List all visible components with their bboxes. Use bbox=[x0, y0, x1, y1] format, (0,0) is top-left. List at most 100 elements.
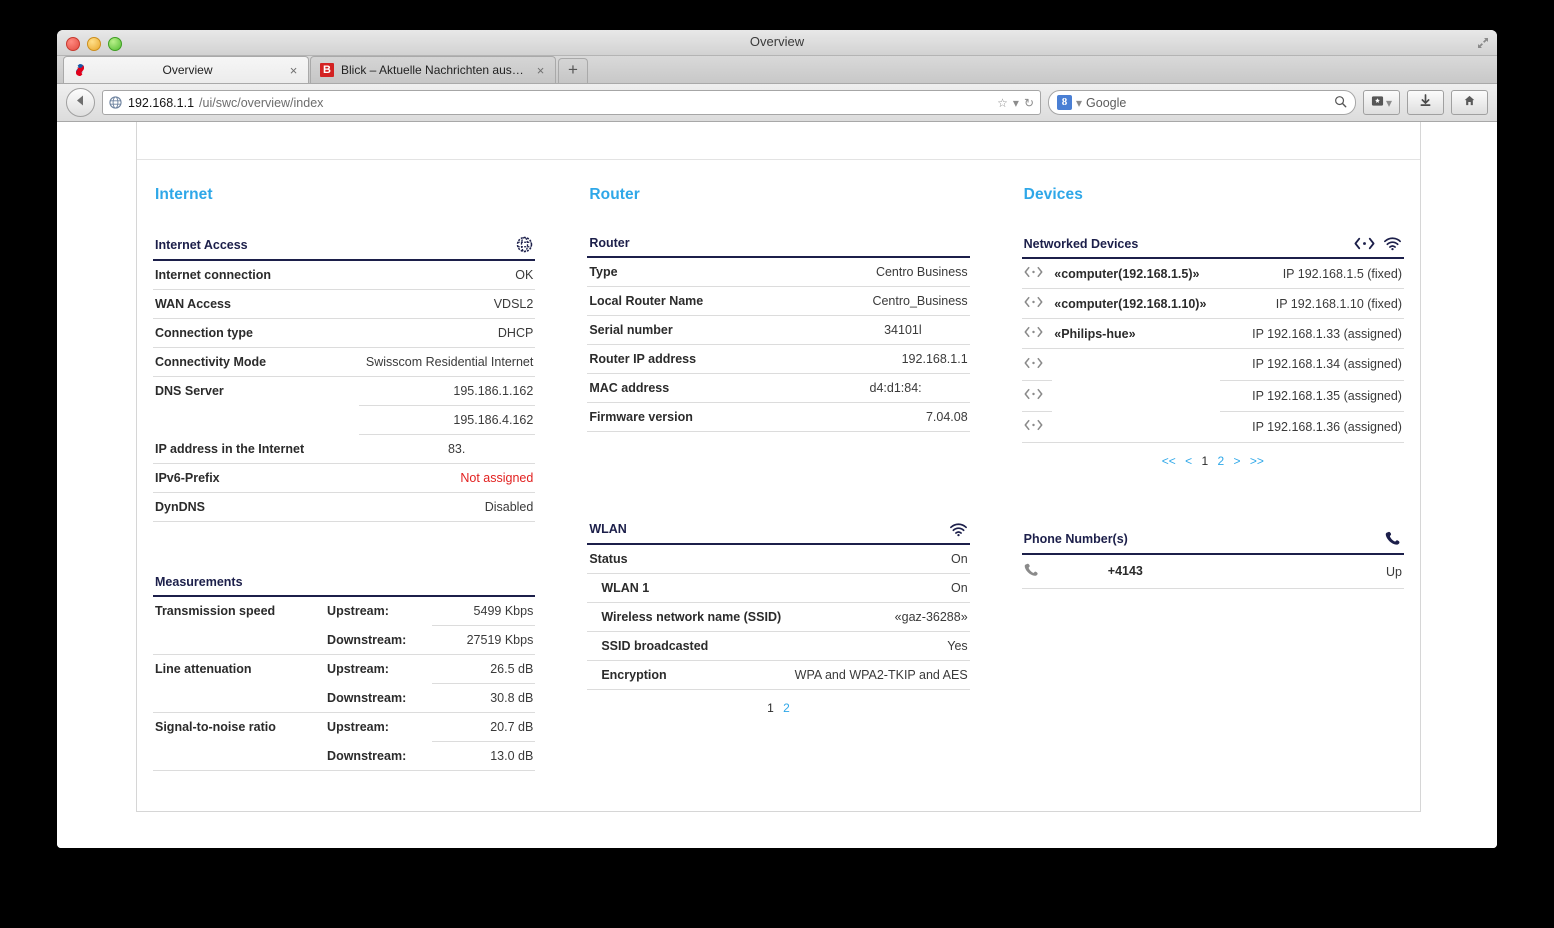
panel-measurements: Measurements Transmission speed Upstream… bbox=[153, 571, 536, 772]
page-1[interactable]: 1 bbox=[767, 701, 774, 715]
star-icon[interactable]: ☆ bbox=[997, 96, 1008, 110]
browser-window: Overview Overview × B Blick – Aktuelle N… bbox=[57, 30, 1497, 848]
search-bar[interactable]: 8 ▾ Google bbox=[1048, 90, 1356, 115]
table-row: MAC address d4:d1:84: bbox=[587, 373, 970, 404]
search-icon[interactable] bbox=[1334, 95, 1347, 111]
blick-letter: B bbox=[320, 63, 334, 77]
table-row[interactable]: IP 192.168.1.36 (assigned) bbox=[1021, 411, 1404, 444]
table-row: IP address in the Internet 83. bbox=[153, 434, 536, 465]
device-ip: IP 192.168.1.10 (fixed) bbox=[1220, 288, 1404, 320]
chevron-down-icon[interactable]: ▾ bbox=[1076, 96, 1082, 110]
bookmarks-icon bbox=[1371, 94, 1384, 112]
phone-icon bbox=[1021, 554, 1106, 590]
row-label: Line attenuation bbox=[155, 662, 252, 677]
device-name: «computer(192.168.1.5)» bbox=[1052, 258, 1221, 290]
globe-icon bbox=[359, 232, 536, 261]
row-label bbox=[153, 741, 326, 772]
device-name bbox=[1052, 411, 1221, 444]
row-value: VDSL2 bbox=[359, 289, 536, 319]
close-icon[interactable]: × bbox=[287, 64, 300, 77]
row-value: 195.186.4.162 bbox=[359, 405, 536, 435]
tab-blick[interactable]: B Blick – Aktuelle Nachrichten aus… × bbox=[310, 56, 556, 83]
row-value: Disabled bbox=[359, 492, 536, 523]
row-label: SSID broadcasted bbox=[587, 631, 787, 661]
page-top-strip bbox=[137, 122, 1420, 160]
table-row[interactable]: IP 192.168.1.34 (assigned) bbox=[1021, 348, 1404, 381]
row-label: Serial number bbox=[587, 315, 779, 346]
table-row[interactable]: «Philips-hue» IP 192.168.1.33 (assigned) bbox=[1021, 318, 1404, 350]
panel-header-row: Router bbox=[587, 232, 970, 258]
table-row: WAN Access VDSL2 bbox=[153, 289, 536, 319]
table-row: Internet connection OK bbox=[153, 260, 536, 290]
row-label bbox=[153, 683, 326, 714]
table-row[interactable]: «computer(192.168.1.10)» IP 192.168.1.10… bbox=[1021, 288, 1404, 320]
row-label: Connection type bbox=[153, 318, 360, 348]
row-value: 7.04.08 bbox=[778, 402, 970, 433]
chevron-down-icon[interactable]: ▾ bbox=[1013, 96, 1019, 110]
row-value: «gaz-36288» bbox=[786, 602, 970, 632]
panel-title-router: Router bbox=[587, 232, 970, 258]
table-row: Connectivity Mode Swisscom Residential I… bbox=[153, 347, 536, 377]
table-row: Downstream: 13.0 dB bbox=[153, 741, 536, 772]
row-value: Centro Business bbox=[778, 257, 970, 287]
row-label: Internet connection bbox=[153, 260, 360, 290]
url-path: /ui/swc/overview/index bbox=[199, 95, 324, 110]
device-name bbox=[1052, 349, 1220, 381]
chevron-down-icon[interactable]: ▾ bbox=[1386, 96, 1392, 110]
device-name: «computer(192.168.1.10)» bbox=[1052, 288, 1221, 320]
table-row[interactable]: IP 192.168.1.35 (assigned) bbox=[1021, 380, 1404, 412]
bookmarks-button[interactable]: ▾ bbox=[1363, 90, 1400, 115]
router-page: Internet Internet Access Internet connec… bbox=[136, 122, 1421, 813]
downloads-button[interactable] bbox=[1407, 90, 1444, 115]
device-ip: IP 192.168.1.5 (fixed) bbox=[1220, 258, 1404, 290]
row-value: 83. bbox=[359, 434, 536, 465]
page-next[interactable]: > bbox=[1234, 454, 1241, 468]
blick-favicon: B bbox=[319, 62, 335, 78]
close-icon[interactable]: × bbox=[534, 64, 547, 77]
tab-overview[interactable]: Overview × bbox=[63, 56, 309, 83]
row-direction: Upstream: bbox=[327, 604, 389, 619]
address-bar[interactable]: 192.168.1.1/ui/swc/overview/index ☆ ▾ ↻ bbox=[102, 90, 1041, 115]
page-first[interactable]: << bbox=[1162, 454, 1176, 468]
table-row: Status On bbox=[587, 543, 970, 574]
wifi-icon bbox=[1383, 236, 1402, 251]
column-title-internet: Internet bbox=[155, 186, 213, 203]
column-title-router: Router bbox=[589, 186, 640, 203]
row-label: MAC address bbox=[587, 373, 779, 404]
device-name bbox=[1052, 380, 1220, 411]
row-label: Local Router Name bbox=[587, 286, 779, 316]
table-row: Downstream: 30.8 dB bbox=[153, 683, 536, 714]
row-label: IPv6-Prefix bbox=[153, 463, 360, 494]
back-arrow-icon bbox=[74, 94, 87, 112]
redacted-value bbox=[921, 324, 968, 338]
table-row: Wireless network name (SSID) «gaz-36288» bbox=[587, 602, 970, 632]
row-label: Transmission speed bbox=[155, 604, 276, 619]
home-icon bbox=[1463, 94, 1476, 112]
row-value: WPA and WPA2-TKIP and AES bbox=[786, 660, 970, 690]
column-devices: Devices Networked Devices «computer(192.… bbox=[1016, 186, 1410, 771]
page-2[interactable]: 2 bbox=[1217, 454, 1224, 468]
row-label: Connectivity Mode bbox=[153, 347, 360, 377]
search-input[interactable]: Google bbox=[1086, 96, 1126, 110]
new-tab-button[interactable]: + bbox=[558, 58, 588, 83]
panel-wlan: WLAN Status On WLAN 1 On Wireless networ… bbox=[587, 517, 970, 690]
phone-icon bbox=[1319, 526, 1404, 556]
row-value: Not assigned bbox=[359, 463, 536, 494]
row-value: Yes bbox=[786, 631, 970, 661]
page-last[interactable]: >> bbox=[1250, 454, 1264, 468]
table-row[interactable]: «computer(192.168.1.5)» IP 192.168.1.5 (… bbox=[1021, 258, 1404, 290]
expand-arrows-icon[interactable] bbox=[1475, 35, 1491, 51]
page-prev[interactable]: < bbox=[1185, 454, 1192, 468]
page-1[interactable]: 1 bbox=[1201, 454, 1208, 468]
window-titlebar: Overview bbox=[57, 30, 1497, 56]
page-2[interactable]: 2 bbox=[783, 701, 790, 715]
navigation-toolbar: 192.168.1.1/ui/swc/overview/index ☆ ▾ ↻ … bbox=[57, 84, 1497, 122]
reload-icon[interactable]: ↻ bbox=[1024, 96, 1034, 110]
home-button[interactable] bbox=[1451, 90, 1488, 115]
back-button[interactable] bbox=[66, 88, 95, 117]
table-row: Type Centro Business bbox=[587, 257, 970, 287]
panel-header-row: Internet Access bbox=[153, 232, 536, 261]
row-label: IP address in the Internet bbox=[153, 434, 360, 465]
phone-number-text: +4143 bbox=[1107, 564, 1143, 579]
table-row: Downstream: 27519 Kbps bbox=[153, 625, 536, 656]
